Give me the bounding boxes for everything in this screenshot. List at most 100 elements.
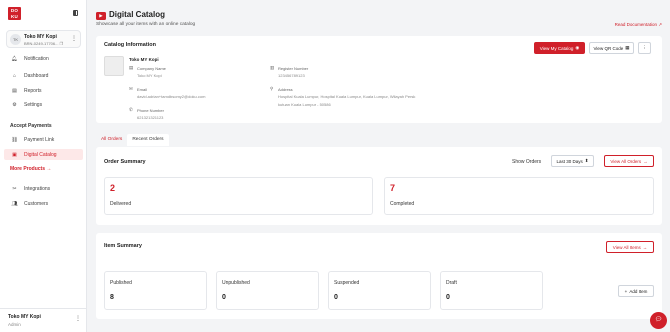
nav-label: Reports bbox=[24, 87, 42, 94]
add-item-label: Add Item bbox=[629, 288, 648, 294]
bell-icon: 🔔︎ bbox=[11, 55, 18, 62]
store-switcher[interactable]: TK Toko MY Kopi BRN-0249-17706... ❐ ⋮ bbox=[6, 30, 81, 48]
item-summary-card: Item Summary View All Items → Published 8… bbox=[96, 233, 662, 319]
nav-label: Customers bbox=[24, 200, 49, 207]
catalog-information-title: Catalog Information bbox=[104, 42, 156, 48]
view-all-items-label: View All Items bbox=[612, 244, 641, 250]
plus-icon: + bbox=[624, 288, 628, 294]
footer-user-name: Toko MY Kopi bbox=[8, 314, 41, 320]
nav-label: Payment Link bbox=[24, 136, 55, 143]
sidebar-item-digital-catalog[interactable]: ▣ Digital Catalog bbox=[4, 149, 83, 160]
sidebar-item-integrations[interactable]: ✂ Integrations bbox=[4, 183, 83, 194]
unpublished-label: Unpublished bbox=[222, 280, 250, 286]
nav-label: Digital Catalog bbox=[24, 151, 57, 158]
chevron-updown-icon: ⬍ bbox=[584, 158, 589, 163]
tab-all-orders[interactable]: All Orders bbox=[96, 134, 127, 146]
copy-icon[interactable]: ❐ bbox=[60, 41, 64, 46]
store-id-text: BRN-0249-17706... bbox=[24, 41, 59, 46]
nav-label: Dashboard bbox=[24, 72, 49, 79]
view-all-orders-label: View All Orders bbox=[610, 158, 642, 164]
sidebar: DO KU TK Toko MY Kopi BRN-0249-17706... … bbox=[0, 0, 87, 332]
company-name-value: Toko MY Kopi bbox=[137, 73, 162, 78]
completed-label: Completed bbox=[390, 201, 415, 207]
suspended-count: 0 bbox=[334, 294, 338, 301]
address-line-1: Hospital Kuala Lumpur, Hospital Kuala Lu… bbox=[278, 94, 416, 99]
email-value: david.adrian+tamdbsomy2@doku.com bbox=[137, 94, 206, 99]
catalog-image-placeholder bbox=[104, 56, 124, 76]
integrations-icon: ✂ bbox=[12, 185, 17, 192]
phone-value: 621321321123 bbox=[137, 115, 164, 120]
view-qr-code-button[interactable]: View QR Code ▦ bbox=[589, 42, 634, 54]
sidebar-item-reports[interactable]: ▤ Reports bbox=[4, 85, 83, 96]
add-item-button[interactable]: + Add Item bbox=[618, 285, 654, 297]
sidebar-collapse-icon[interactable] bbox=[73, 10, 78, 16]
arrow-right-icon: → bbox=[642, 244, 648, 250]
company-icon: ▤ bbox=[129, 65, 134, 70]
tab-recent-orders[interactable]: Recent Orders bbox=[127, 134, 169, 146]
published-stat: Published 8 bbox=[104, 271, 207, 310]
order-tabs: All Orders Recent Orders bbox=[96, 134, 169, 146]
more-actions-button[interactable]: ⋮ bbox=[638, 42, 651, 54]
doku-logo[interactable]: DO KU bbox=[8, 7, 21, 20]
page-title: Digital Catalog bbox=[109, 10, 166, 19]
chat-support-icon[interactable]: 💬︎ bbox=[650, 312, 667, 329]
nav-label: Integrations bbox=[24, 185, 51, 192]
delivered-stat: 2 Delivered bbox=[104, 177, 373, 215]
view-qr-label: View QR Code bbox=[593, 45, 624, 51]
period-select[interactable]: Last 30 Days ⬍ bbox=[551, 155, 594, 167]
company-name-label: Company Name bbox=[137, 66, 166, 71]
page-subtitle: Showcase all your items with an online c… bbox=[96, 22, 196, 27]
read-documentation-link[interactable]: Read Documentation ↗ bbox=[615, 22, 662, 28]
published-count: 8 bbox=[110, 294, 114, 301]
customers-icon: 👥︎ bbox=[11, 200, 18, 207]
published-label: Published bbox=[110, 280, 132, 286]
more-options-icon[interactable]: ⋮ bbox=[71, 35, 77, 42]
user-footer: Toko MY Kopi Admin ⋮ bbox=[0, 308, 87, 332]
register-icon: ▥ bbox=[270, 65, 275, 70]
draft-count: 0 bbox=[446, 294, 450, 301]
catalog-icon: ▣ bbox=[12, 151, 17, 158]
footer-user-role: Admin bbox=[8, 322, 21, 327]
period-value: Last 30 Days bbox=[556, 158, 583, 164]
view-all-orders-button[interactable]: View All Orders → bbox=[604, 155, 654, 167]
show-orders-label: Show Orders bbox=[512, 159, 542, 165]
eye-icon: ◉ bbox=[575, 45, 580, 50]
store-name: Toko MY Kopi bbox=[24, 34, 57, 40]
location-icon: ⚲ bbox=[270, 86, 274, 91]
catalog-information-card: Catalog Information View My Catalog ◉ Vie… bbox=[96, 36, 662, 123]
sidebar-item-payment-link[interactable]: ⛓ Payment Link bbox=[4, 134, 83, 145]
home-icon: ⌂ bbox=[12, 72, 17, 79]
sidebar-item-notification[interactable]: 🔔︎ Notification bbox=[4, 53, 83, 64]
view-all-items-button[interactable]: View All Items → bbox=[606, 241, 654, 253]
nav-label: Settings bbox=[24, 101, 43, 108]
view-catalog-label: View My Catalog bbox=[539, 45, 574, 51]
view-my-catalog-button[interactable]: View My Catalog ◉ bbox=[534, 42, 585, 54]
catalog-store-name: Toko MY Kopi bbox=[129, 57, 159, 62]
store-id: BRN-0249-17706... ❐ bbox=[24, 41, 63, 46]
nav-label: Notification bbox=[24, 55, 49, 62]
order-summary-card: Order Summary Show Orders Last 30 Days ⬍ … bbox=[96, 147, 662, 225]
suspended-stat: Suspended 0 bbox=[328, 271, 431, 310]
draft-label: Draft bbox=[446, 280, 457, 286]
section-accept-payments: Accept Payments bbox=[10, 123, 52, 129]
delivered-count: 2 bbox=[110, 183, 116, 193]
external-link-icon: ↗ bbox=[658, 22, 662, 27]
sidebar-item-customers[interactable]: 👥︎ Customers bbox=[4, 198, 83, 209]
unpublished-stat: Unpublished 0 bbox=[216, 271, 319, 310]
item-summary-title: Item Summary bbox=[104, 243, 142, 249]
user-menu-icon[interactable]: ⋮ bbox=[75, 315, 81, 322]
kebab-icon: ⋮ bbox=[642, 45, 647, 50]
report-icon: ▤ bbox=[12, 87, 17, 94]
sidebar-item-dashboard[interactable]: ⌂ Dashboard bbox=[4, 70, 83, 81]
more-products-link[interactable]: More Products → bbox=[10, 166, 51, 172]
qr-code-icon: ▦ bbox=[625, 45, 630, 50]
draft-stat: Draft 0 bbox=[440, 271, 543, 310]
arrow-right-icon: → bbox=[643, 158, 648, 164]
doc-link-label: Read Documentation bbox=[614, 22, 657, 27]
address-line-2: kutuan Kuala Lumpur - 50586 bbox=[278, 102, 331, 107]
sidebar-item-settings[interactable]: ⚙ Settings bbox=[4, 99, 83, 110]
link-icon: ⛓ bbox=[11, 136, 18, 143]
email-icon: ✉ bbox=[129, 86, 133, 91]
delivered-label: Delivered bbox=[110, 201, 132, 207]
unpublished-count: 0 bbox=[222, 294, 226, 301]
